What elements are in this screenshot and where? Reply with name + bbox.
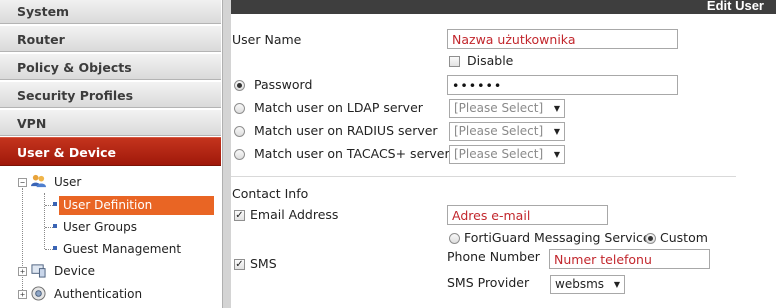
collapse-toggle-icon[interactable]: − (18, 178, 27, 187)
password-label: Password (254, 77, 313, 92)
fortiguard-label: FortiGuard Messaging Service (464, 230, 651, 245)
nav-security-profiles[interactable]: Security Profiles (0, 81, 221, 108)
username-label: User Name (232, 32, 302, 47)
tree-item-guest-management[interactable]: Guest Management (59, 240, 185, 259)
tree-connector (22, 188, 23, 298)
nav-vpn[interactable]: VPN (0, 109, 221, 136)
sms-checkbox[interactable]: ✓ (234, 259, 245, 270)
tree-authentication-label[interactable]: Authentication (54, 287, 142, 301)
tree-user-label[interactable]: User (54, 175, 81, 189)
sms-provider-value: websms (555, 277, 605, 291)
user-group-icon (31, 174, 46, 188)
custom-label: Custom (660, 230, 708, 245)
username-input[interactable] (447, 29, 678, 49)
ldap-label: Match user on LDAP server (254, 100, 423, 115)
dropdown-arrow-icon: ▼ (613, 280, 620, 289)
title-bar: Edit User (231, 0, 776, 14)
contact-info-heading: Contact Info (232, 186, 309, 201)
disable-label: Disable (467, 53, 514, 68)
bullet-icon (53, 224, 57, 228)
tree-subconnector (44, 193, 45, 249)
device-icon (31, 264, 46, 278)
dropdown-arrow-icon: ▼ (553, 104, 560, 113)
password-radio[interactable] (234, 80, 245, 91)
edit-user-panel: Edit User User Name Disable Password Mat… (231, 0, 776, 308)
tree-device-label[interactable]: Device (54, 264, 95, 278)
dropdown-arrow-icon: ▼ (553, 127, 560, 136)
ldap-radio[interactable] (234, 103, 245, 114)
email-input[interactable] (447, 205, 608, 225)
radius-select-value: [Please Select] (454, 124, 544, 138)
radius-label: Match user on RADIUS server (254, 123, 438, 138)
password-input[interactable] (447, 75, 678, 95)
nav-router[interactable]: Router (0, 25, 221, 52)
radius-radio[interactable] (234, 126, 245, 137)
expand-toggle-icon[interactable]: + (18, 267, 27, 276)
tacacs-select-value: [Please Select] (454, 147, 544, 161)
radius-server-select[interactable]: [Please Select] ▼ (449, 122, 565, 141)
tree-item-user-definition[interactable]: User Definition (59, 196, 214, 215)
sms-provider-label: SMS Provider (447, 275, 530, 290)
email-label: Email Address (250, 207, 339, 222)
authentication-icon (31, 286, 46, 301)
tacacs-server-select[interactable]: [Please Select] ▼ (449, 145, 565, 164)
phone-number-input[interactable] (549, 249, 710, 269)
dropdown-arrow-icon: ▼ (553, 150, 560, 159)
tree-item-user-groups[interactable]: User Groups (59, 218, 141, 237)
phone-number-label: Phone Number (447, 249, 540, 264)
sms-provider-select[interactable]: websms ▼ (550, 275, 625, 294)
sidebar: System Router Policy & Objects Security … (0, 0, 231, 308)
tacacs-label: Match user on TACACS+ server (254, 146, 450, 161)
custom-radio[interactable] (645, 233, 656, 244)
fortiguard-radio[interactable] (449, 233, 460, 244)
tacacs-radio[interactable] (234, 149, 245, 160)
sms-label: SMS (250, 256, 277, 271)
ldap-server-select[interactable]: [Please Select] ▼ (449, 99, 565, 118)
disable-checkbox[interactable] (449, 56, 460, 67)
page-title: Edit User (706, 0, 764, 13)
ldap-select-value: [Please Select] (454, 101, 544, 115)
bullet-icon (53, 202, 57, 206)
bullet-icon (53, 246, 57, 250)
expand-toggle-icon[interactable]: + (18, 290, 27, 299)
sidebar-resize-handle[interactable] (222, 0, 231, 308)
email-checkbox[interactable]: ✓ (234, 210, 245, 221)
nav-user-device[interactable]: User & Device (0, 137, 221, 166)
section-divider (231, 176, 736, 177)
nav-system[interactable]: System (0, 0, 221, 24)
nav-policy-objects[interactable]: Policy & Objects (0, 53, 221, 80)
